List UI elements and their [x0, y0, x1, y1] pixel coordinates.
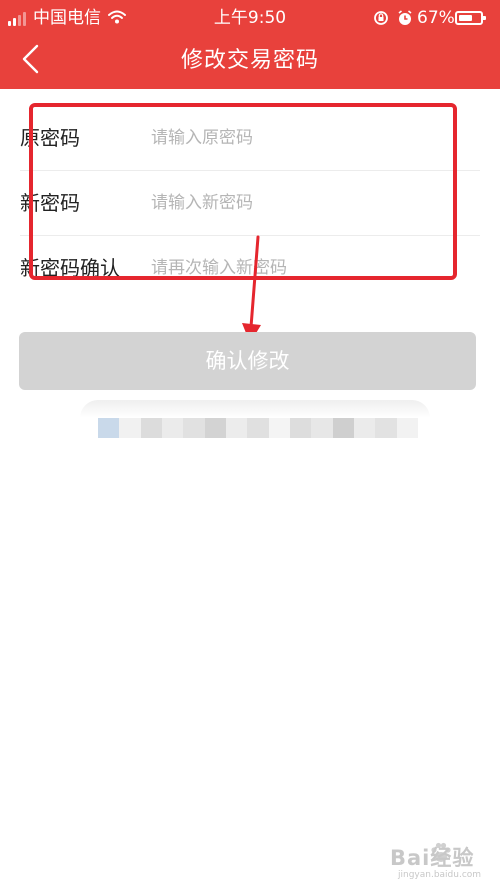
annotation-arrow-icon — [242, 235, 261, 343]
alarm-clock-icon — [398, 10, 412, 25]
battery-icon — [455, 11, 486, 25]
watermark-url: jingyan.baidu.com — [398, 870, 482, 880]
confirm-change-button[interactable]: 确认修改 — [19, 332, 476, 390]
rotation-lock-icon — [374, 11, 388, 25]
app-header: 中国电信 上午9:50 67% 修改交易密码 — [0, 0, 500, 89]
watermark-brand: Bai经验 — [390, 846, 475, 870]
obscured-content — [80, 400, 430, 450]
battery-percentage: 67% — [417, 8, 455, 28]
baidu-jingyan-watermark: Bai经验 jingyan.baidu.com — [390, 838, 498, 886]
page-title: 修改交易密码 — [180, 48, 319, 73]
status-bar: 中国电信 上午9:50 67% — [0, 0, 500, 36]
